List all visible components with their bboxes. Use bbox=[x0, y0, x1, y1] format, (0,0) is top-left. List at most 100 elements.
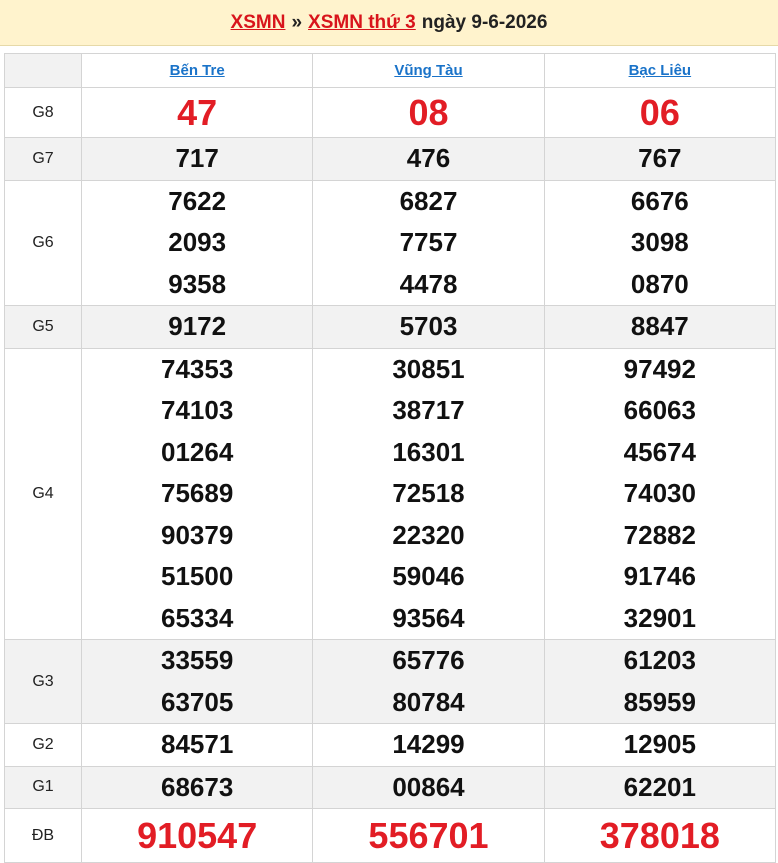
prize-cell: 84571 bbox=[80, 723, 314, 767]
draw-date: ngày 9-6-2026 bbox=[421, 11, 548, 33]
prize-number: 6827 bbox=[399, 185, 458, 216]
prize-cell: 61203 85959 bbox=[543, 639, 777, 724]
prize-number: 91746 bbox=[623, 561, 696, 591]
prize-number: 22320 bbox=[392, 519, 465, 550]
prize-label: ĐB bbox=[4, 808, 82, 863]
results-table: Bến Tre Vũng Tàu Bạc Liêu G8 47 08 06 G7 717 4… bbox=[4, 53, 777, 863]
prize-cell: 6676 3098 0870 bbox=[543, 179, 777, 306]
prize-number: 01264 bbox=[161, 436, 234, 467]
prize-cell: 378018 bbox=[543, 808, 777, 863]
xsmn-thu3-link[interactable]: XSMN thứ 3 bbox=[308, 12, 416, 34]
prize-row: G8 47 08 06 bbox=[4, 87, 777, 138]
prize-label: G3 bbox=[4, 639, 82, 724]
prize-cell: 8847 bbox=[543, 305, 777, 349]
province-link-bac-lieu[interactable]: Bạc Liêu bbox=[629, 62, 692, 79]
prize-number: 8847 bbox=[630, 311, 689, 341]
prize-number: 74030 bbox=[623, 478, 696, 508]
prize-number: 85959 bbox=[623, 686, 696, 717]
prize-number: 38717 bbox=[392, 395, 465, 425]
prize-label: G1 bbox=[4, 765, 82, 809]
prize-number: 61203 bbox=[623, 645, 696, 675]
prize-number: 90379 bbox=[161, 519, 234, 550]
prize-number: 06 bbox=[639, 91, 680, 133]
prize-number: 84571 bbox=[161, 729, 234, 759]
prize-cell: 65776 80784 bbox=[312, 639, 545, 724]
prize-cell: 97492 66063 45674 74030 72882 91746 32901 bbox=[543, 347, 777, 640]
prize-row: G7 717 476 767 bbox=[4, 137, 777, 181]
prize-number: 3098 bbox=[630, 227, 689, 257]
prize-number: 72882 bbox=[623, 519, 696, 550]
prize-number: 00864 bbox=[392, 771, 465, 802]
prize-cell: 767 bbox=[543, 137, 777, 181]
prize-cell: 68673 bbox=[80, 765, 314, 809]
prize-label: G8 bbox=[4, 87, 82, 138]
prize-number: 2093 bbox=[168, 227, 227, 257]
prize-number: 72518 bbox=[392, 478, 465, 508]
prize-row: G2 84571 14299 12905 bbox=[4, 723, 777, 767]
prize-row: G1 68673 00864 62201 bbox=[4, 765, 777, 809]
prize-number: 97492 bbox=[623, 353, 696, 384]
prize-cell: 08 bbox=[312, 87, 545, 138]
prize-cell: 62201 bbox=[543, 765, 777, 809]
prize-row: G5 9172 5703 8847 bbox=[4, 305, 777, 349]
prize-number: 378018 bbox=[599, 814, 720, 856]
prize-number: 74353 bbox=[161, 353, 234, 384]
prize-number: 45674 bbox=[623, 436, 696, 467]
prize-number: 59046 bbox=[392, 561, 465, 591]
prize-label: G2 bbox=[4, 723, 82, 767]
prize-cell: 5703 bbox=[312, 305, 545, 349]
prize-number: 47 bbox=[177, 91, 218, 133]
prize-cell: 9172 bbox=[80, 305, 314, 349]
province-header: Vũng Tàu bbox=[312, 53, 545, 88]
prize-row: ĐB 910547 556701 378018 bbox=[4, 808, 777, 863]
prize-row: G3 33559 63705 65776 80784 61203 85959 bbox=[4, 639, 777, 724]
prize-number: 9358 bbox=[168, 268, 227, 299]
prize-number: 4478 bbox=[399, 268, 458, 299]
prize-row: G4 74353 74103 01264 75689 90379 51500 65334 308… bbox=[4, 347, 777, 640]
province-header: Bến Tre bbox=[80, 53, 314, 88]
xsmn-link[interactable]: XSMN bbox=[231, 12, 286, 34]
prize-number: 476 bbox=[406, 143, 451, 173]
prize-number: 33559 bbox=[161, 645, 234, 675]
prize-cell: 14299 bbox=[312, 723, 545, 767]
prize-label: G5 bbox=[4, 305, 82, 349]
page-header: XSMN » XSMN thứ 3 ngày 9-6-2026 bbox=[0, 0, 778, 46]
province-header: Bạc Liêu bbox=[543, 53, 777, 88]
prize-number: 32901 bbox=[623, 602, 696, 633]
prize-number: 65776 bbox=[392, 645, 465, 675]
prize-number: 30851 bbox=[392, 353, 465, 384]
prize-cell: 910547 bbox=[80, 808, 314, 863]
prize-cell: 00864 bbox=[312, 765, 545, 809]
prize-cell: 06 bbox=[543, 87, 777, 138]
prize-number: 93564 bbox=[392, 602, 465, 633]
prize-row: G6 7622 2093 9358 6827 7757 4478 6676 3098 0870 bbox=[4, 179, 777, 306]
prize-number: 0870 bbox=[630, 268, 689, 299]
prize-number: 14299 bbox=[392, 729, 465, 759]
prize-number: 767 bbox=[638, 143, 682, 173]
prize-cell: 47 bbox=[80, 87, 314, 138]
prize-cell: 717 bbox=[80, 137, 314, 181]
prize-cell: 556701 bbox=[312, 808, 545, 863]
prize-number: 12905 bbox=[623, 729, 696, 759]
prize-cell: 6827 7757 4478 bbox=[312, 179, 545, 306]
prize-number: 7757 bbox=[399, 227, 458, 257]
prize-number: 5703 bbox=[399, 311, 458, 341]
prize-cell: 33559 63705 bbox=[80, 639, 314, 724]
corner-cell bbox=[4, 53, 82, 88]
prize-cell: 7622 2093 9358 bbox=[80, 179, 314, 306]
prize-number: 08 bbox=[408, 91, 449, 133]
prize-number: 910547 bbox=[137, 814, 258, 856]
prize-number: 62201 bbox=[623, 771, 696, 802]
breadcrumb-separator: » bbox=[291, 11, 303, 33]
prize-number: 68673 bbox=[161, 771, 234, 802]
prize-number: 7622 bbox=[168, 185, 227, 216]
prize-number: 75689 bbox=[161, 478, 234, 508]
prize-number: 74103 bbox=[161, 395, 234, 425]
prize-number: 80784 bbox=[392, 686, 465, 717]
prize-number: 6676 bbox=[630, 185, 689, 216]
province-link-ben-tre[interactable]: Bến Tre bbox=[170, 62, 225, 79]
prize-number: 66063 bbox=[623, 395, 696, 425]
prize-number: 717 bbox=[175, 143, 219, 173]
prize-label: G6 bbox=[4, 179, 82, 306]
province-link-vung-tau[interactable]: Vũng Tàu bbox=[394, 62, 462, 79]
